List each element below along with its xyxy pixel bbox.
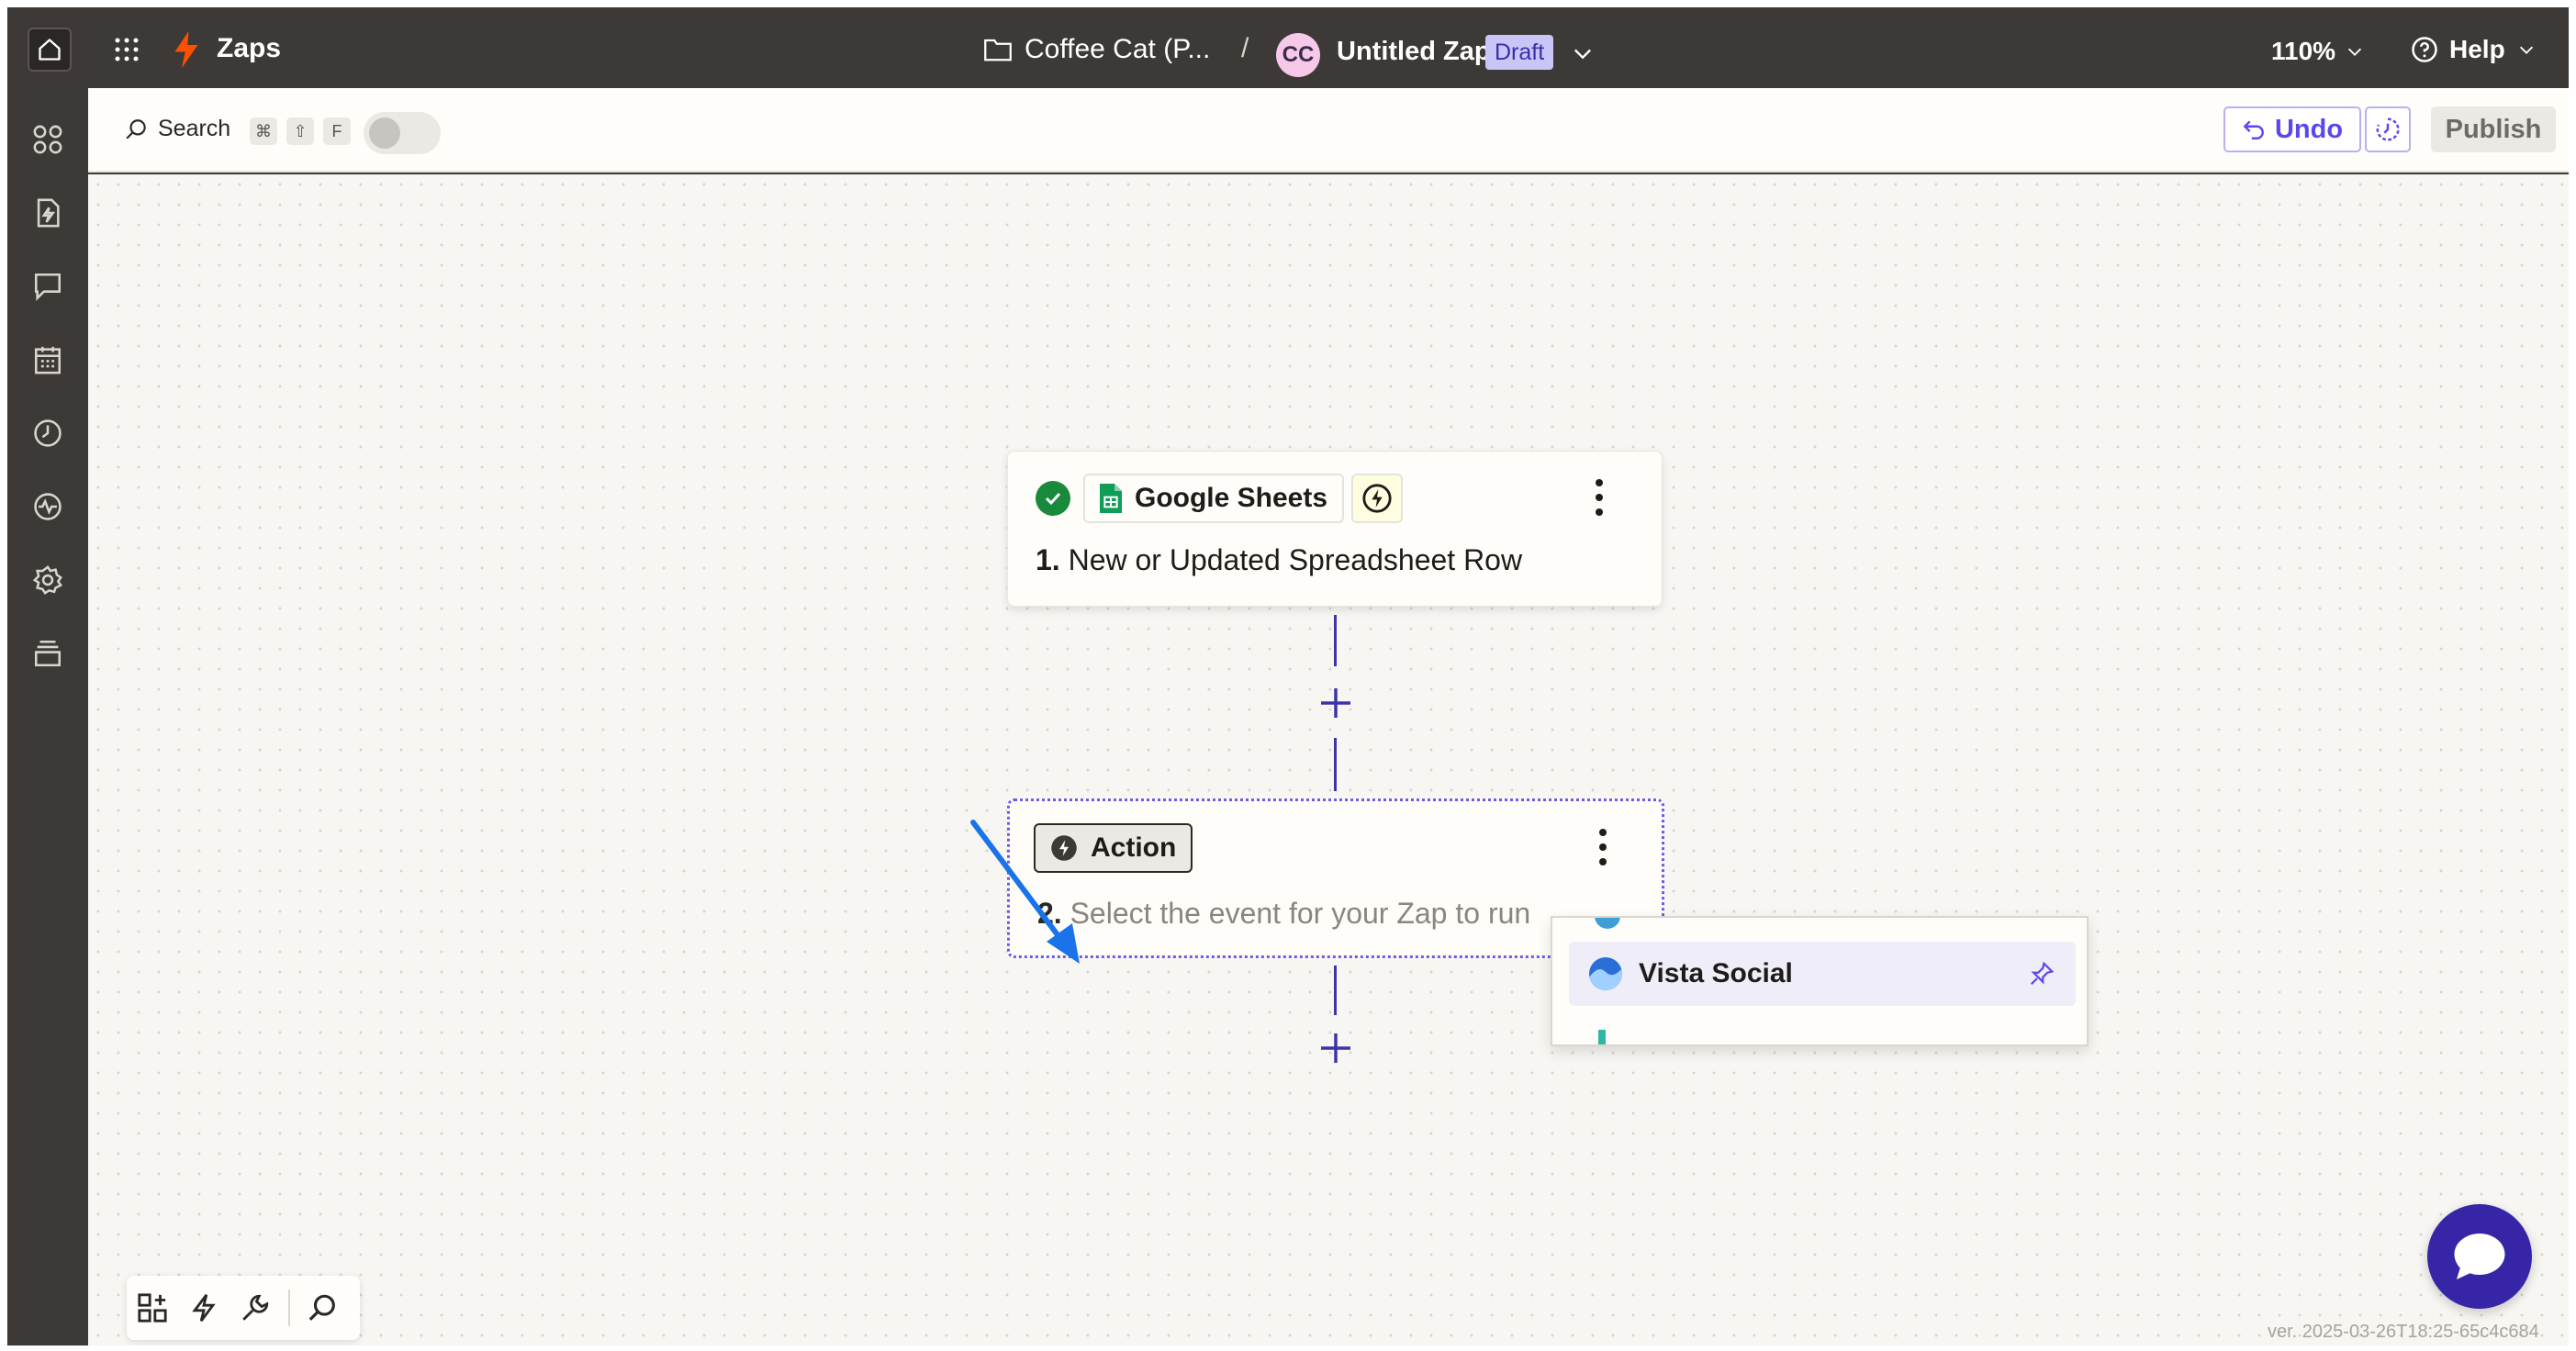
trigger-tool[interactable] [178,1282,230,1334]
version-history-button[interactable] [2365,106,2411,152]
app-name: Google Sheets [1135,483,1328,513]
activity-icon [34,493,62,520]
google-sheets-icon [1100,484,1122,513]
help-label: Help [2449,35,2505,63]
app-window: Zaps Coffee Cat (P... / CC Untitled Zap … [7,7,2569,1345]
folder-name: Coffee Cat (P... [1025,34,1211,64]
sidebar-item-more[interactable] [29,635,66,672]
tools-tool[interactable] [230,1282,281,1334]
shortcut-key: ⌘ [250,117,277,145]
breadcrumb-separator: / [1241,33,1249,63]
chat-icon [34,273,62,301]
history-icon [34,419,62,447]
step-title: 1. New or Updated Spreadsheet Row [1036,543,1522,577]
step-complete-icon [1036,481,1070,516]
sidebar-item-tables[interactable] [29,341,66,378]
canvas-search-tool[interactable] [297,1282,349,1334]
step-number: 1. [1036,543,1060,576]
add-step-plus-icon[interactable] [1317,1030,1354,1066]
settings-icon [32,565,63,595]
zap-toggle[interactable] [364,112,441,154]
canvas-tools [127,1276,360,1340]
instant-bolt-icon [1362,484,1392,513]
home-icon [39,39,61,61]
step-connector [1334,966,1337,1015]
app-search-dropdown[interactable]: Vista Social [1551,916,2089,1046]
sidebar-item-interfaces[interactable] [29,268,66,305]
support-chat-button[interactable] [2427,1204,2532,1309]
calendar-icon [34,346,62,374]
version-label: ver. 2025-03-26T18:25-65c4c684 [2268,1322,2539,1342]
zap-name[interactable]: Untitled Zap [1337,37,1491,67]
undo-button[interactable]: Undo [2223,106,2361,152]
app-badge[interactable]: Google Sheets [1083,474,1345,523]
shortcut-key: F [323,117,351,145]
annotation-arrow [970,820,1080,964]
undo-icon [2243,120,2264,140]
add-step-plus-icon[interactable] [1317,685,1354,721]
zoom-level: 110% [2271,37,2336,65]
partial-app-icon [1598,1030,1606,1044]
toggle-knob [369,117,400,149]
zap-canvas[interactable]: Google Sheets 1. New or Updated Spreadsh… [88,174,2569,1345]
step-title: 2. Select the event for your Zap to run [1037,897,1530,931]
top-bar: Zaps Coffee Cat (P... / CC Untitled Zap … [7,7,2569,88]
search-label: Search [158,116,231,141]
app-grid-button[interactable] [110,33,143,66]
step-connector [1334,738,1337,791]
publish-button[interactable]: Publish [2431,106,2556,152]
dropdown-item-highlighted[interactable]: Vista Social [1569,942,2076,1006]
version-history-icon [2376,117,2400,141]
chevron-down-icon [2348,48,2362,56]
owner-avatar[interactable]: CC [1276,33,1320,77]
bolt-icon [192,1293,216,1323]
pin-icon[interactable] [2028,960,2055,988]
chevron-down-icon [2519,46,2533,54]
search-icon [308,1294,335,1321]
step-menu-button[interactable] [1594,829,1612,865]
dropdown-item-label: Vista Social [1639,958,1793,988]
search-icon [126,118,146,140]
folder-icon [984,39,1012,61]
undo-label: Undo [2274,114,2344,144]
step-event-placeholder: Select the event for your Zap to run [1070,897,1531,930]
chat-bubble-icon [2454,1234,2505,1279]
grid-icon [115,38,139,61]
sidebar-item-apps[interactable] [29,121,66,158]
brand-title[interactable]: Zaps [217,33,281,64]
add-apps-tool[interactable] [127,1282,178,1334]
trigger-step-card[interactable]: Google Sheets 1. New or Updated Spreadsh… [1007,451,1663,607]
search-button[interactable]: Search [125,116,230,142]
step-menu-button[interactable] [1590,479,1608,516]
status-badge: Draft [1485,35,1554,70]
home-button[interactable] [28,28,72,72]
chevron-down-icon[interactable] [1570,40,1596,66]
search-shortcut: ⌘ ⇧ F [250,117,351,145]
partial-app-icon [1595,918,1620,929]
step-event: New or Updated Spreadsheet Row [1068,543,1523,576]
wrench-icon [242,1294,269,1321]
help-icon [2412,37,2437,62]
layers-icon [34,640,62,667]
folder-breadcrumb[interactable]: Coffee Cat (P... [984,29,1210,70]
step-connector [1334,615,1337,666]
shortcut-key: ⇧ [286,117,314,145]
sidebar-item-settings[interactable] [29,562,66,598]
help-menu[interactable]: Help [2411,35,2537,64]
apps-icon [33,125,62,154]
vista-social-icon [1589,957,1622,990]
sidebar-item-zaps[interactable] [29,195,66,231]
apps-add-icon [138,1293,167,1323]
zap-file-icon [37,198,60,228]
toolbar-divider [288,1290,290,1326]
zapier-bolt-icon [174,31,198,68]
left-sidebar [7,88,88,1345]
action-label: Action [1091,832,1177,863]
sidebar-item-history[interactable] [29,415,66,452]
trigger-type-badge [1351,474,1403,523]
sidebar-item-activity[interactable] [29,488,66,525]
zoom-selector[interactable]: 110% [2271,37,2365,66]
editor-toolbar: Search ⌘ ⇧ F Undo Publish [88,88,2569,173]
